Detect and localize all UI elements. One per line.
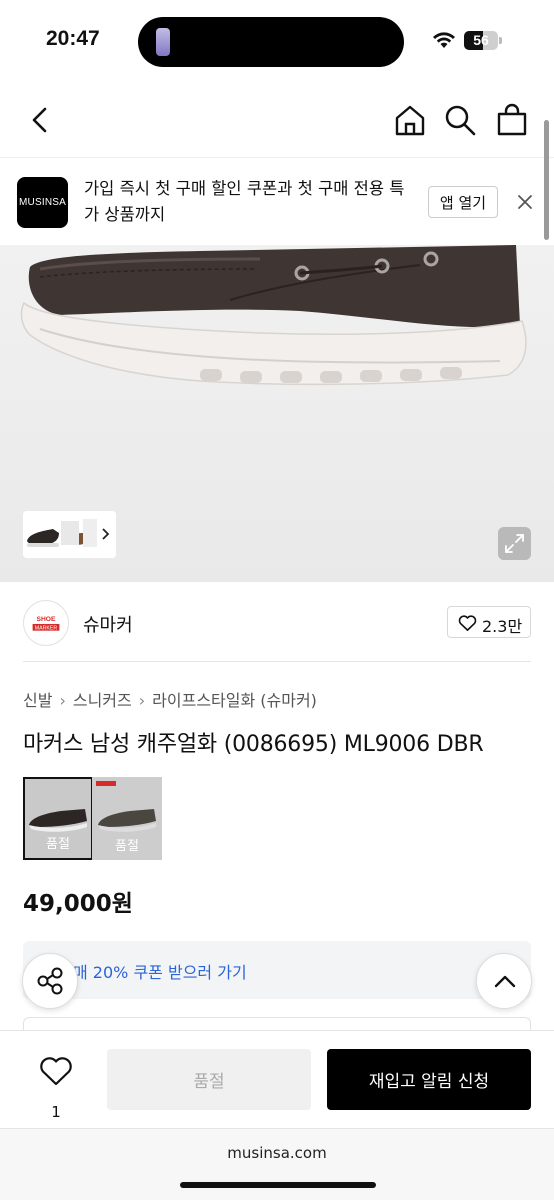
open-app-button[interactable]: 앱 열기 (428, 186, 498, 218)
breadcrumb-separator: › (59, 691, 66, 710)
wishlist-count: 1 (51, 1103, 61, 1121)
heart-icon (458, 615, 477, 631)
chevron-left-icon[interactable] (22, 102, 58, 138)
coupon-banner[interactable]: 매 20% 쿠폰 받으러 가기 (23, 941, 531, 999)
breadcrumb-item[interactable]: 신발 (23, 691, 52, 710)
chevron-up-icon (494, 975, 516, 988)
battery-tip (499, 37, 502, 44)
scroll-top-button[interactable] (476, 953, 532, 1009)
option-soldout-label: 품절 (115, 839, 139, 854)
home-indicator[interactable] (180, 1182, 376, 1188)
brand-logo-text-1: SHOE (37, 616, 56, 623)
gallery-thumbnail-strip[interactable] (23, 511, 116, 558)
url-text[interactable]: musinsa.com (0, 1144, 554, 1162)
breadcrumb-item[interactable]: 스니커즈 (73, 691, 132, 710)
breadcrumb: 신발 › 스니커즈 › 라이프스타일화 (슈마커) (23, 687, 317, 711)
battery-indicator: 56 (464, 31, 498, 50)
product-price: 49,000원 (23, 891, 133, 917)
option-soldout-label: 품절 (46, 837, 70, 852)
brand-logo[interactable]: SHOE MARKER (23, 600, 69, 646)
flashlight-icon (156, 28, 170, 56)
share-icon (37, 967, 63, 995)
brand-like-count: 2.3만 (482, 617, 523, 636)
color-option-dark-brown[interactable]: 품절 (92, 777, 162, 860)
heart-icon (40, 1057, 72, 1086)
purchase-bar: 1 품절 재입고 알림 신청 (0, 1030, 554, 1128)
expand-icon[interactable] (498, 527, 531, 560)
status-bar: 20:47 56 (0, 0, 554, 84)
banner-text: 가입 즉시 첫 구매 할인 쿠폰과 첫 구매 전용 특가 상품까지 (84, 179, 405, 224)
scrollbar[interactable] (544, 120, 549, 240)
product-title: 마커스 남성 캐주얼화 (0086695) ML9006 DBR (23, 732, 484, 757)
product-image-gallery[interactable] (0, 245, 554, 582)
wifi-icon (433, 32, 455, 48)
app-install-banner: MUSINSA 가입 즉시 첫 구매 할인 쿠폰과 첫 구매 전용 특가 상품까… (0, 157, 554, 245)
brand-row: SHOE MARKER 슈마커 2.3만 (23, 582, 531, 662)
home-icon[interactable] (392, 102, 428, 138)
brand-logo-text-2: MARKER (35, 626, 58, 632)
brand-name[interactable]: 슈마커 (83, 611, 133, 637)
thumbnail-images (23, 511, 116, 558)
close-icon[interactable] (514, 191, 536, 213)
search-icon[interactable] (442, 102, 478, 138)
top-nav (0, 84, 554, 156)
shopping-bag-icon[interactable] (494, 102, 530, 138)
coupon-text: 매 20% 쿠폰 받으러 가기 (73, 963, 247, 982)
browser-url-bar[interactable]: musinsa.com (0, 1128, 554, 1200)
restock-alert-button[interactable]: 재입고 알림 신청 (327, 1049, 531, 1110)
musinsa-logo: MUSINSA (17, 177, 68, 228)
status-time: 20:47 (46, 27, 100, 50)
battery-percent: 56 (473, 32, 489, 48)
breadcrumb-separator: › (138, 691, 146, 710)
brand-like-button[interactable]: 2.3만 (447, 606, 531, 638)
soldout-button: 품절 (107, 1049, 311, 1110)
wishlist-button[interactable]: 1 (36, 1051, 76, 1121)
color-option-black[interactable]: 품절 (23, 777, 93, 860)
breadcrumb-item[interactable]: 라이프스타일화 (슈마커) (152, 691, 317, 710)
dynamic-island (138, 17, 404, 67)
share-button[interactable] (22, 953, 78, 1009)
